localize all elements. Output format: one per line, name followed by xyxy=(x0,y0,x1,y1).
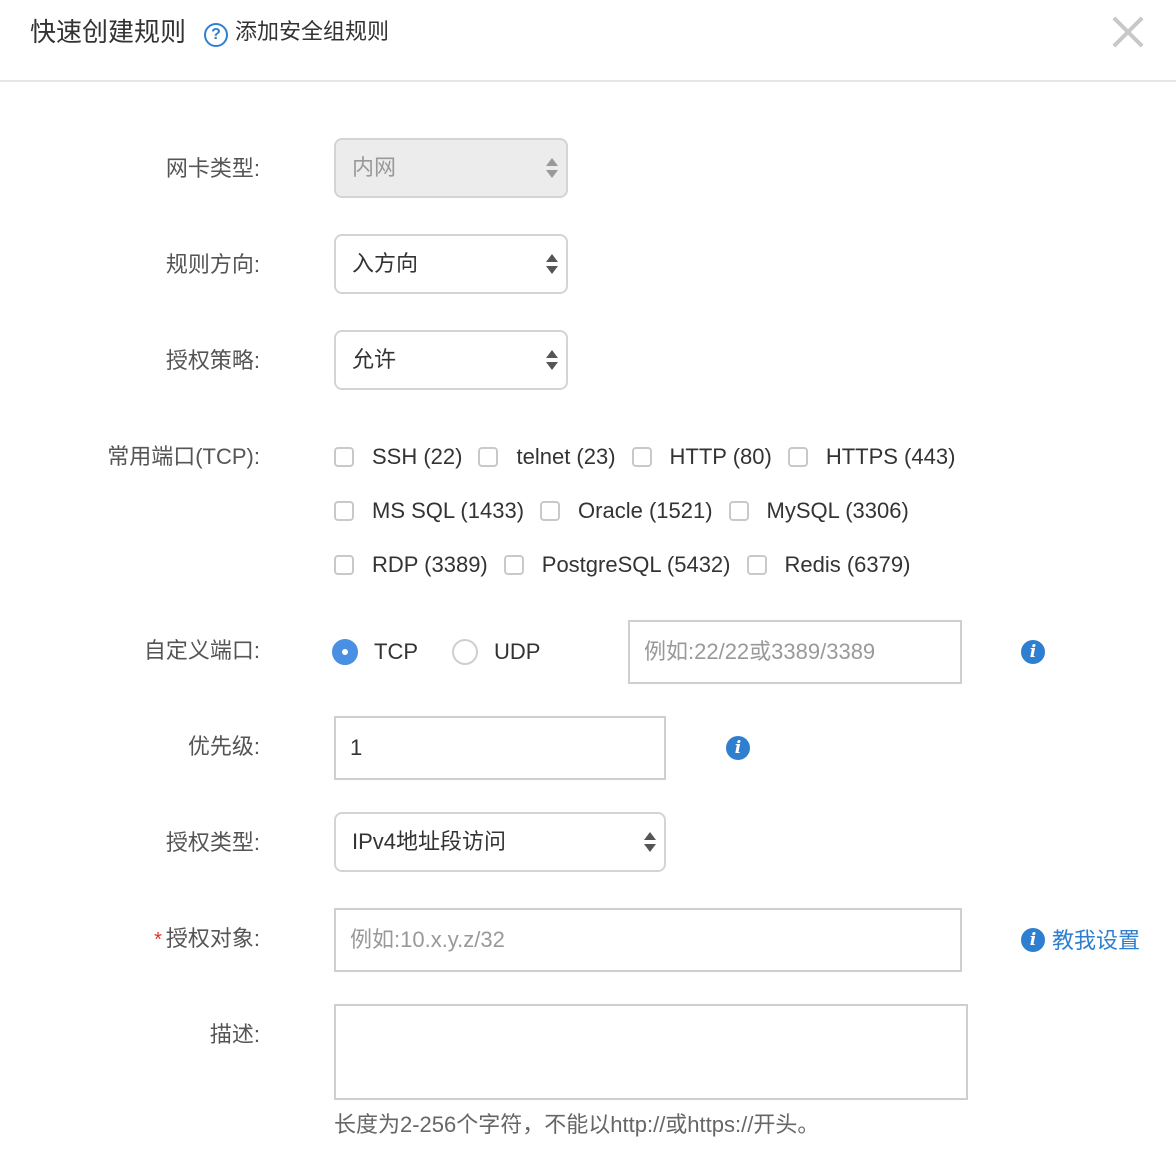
description-textarea[interactable] xyxy=(334,1004,968,1100)
checkbox-label: MS SQL (1433) xyxy=(372,498,525,523)
info-icon[interactable]: i xyxy=(1021,640,1045,664)
checkbox-box[interactable] xyxy=(334,501,354,521)
checkbox-box[interactable] xyxy=(540,501,561,521)
checkbox-label: RDP (3389) xyxy=(372,552,488,577)
common-ports-row-3: RDP (3389) PostgreSQL (5432) Redis (6379… xyxy=(334,550,926,580)
auth-object-input[interactable] xyxy=(334,908,962,972)
priority-input[interactable] xyxy=(334,716,666,780)
select-arrows-icon xyxy=(546,350,558,372)
checkbox-box[interactable] xyxy=(478,447,499,467)
direction-value: 入方向 xyxy=(352,251,419,276)
checkbox-redis[interactable]: Redis (6379) xyxy=(746,552,911,578)
policy-label: 授权策略: xyxy=(165,348,260,373)
checkbox-oracle[interactable]: Oracle (1521) xyxy=(540,498,713,524)
direction-label: 规则方向: xyxy=(165,252,260,277)
checkbox-ssh[interactable]: SSH (22) xyxy=(334,444,462,470)
custom-port-input[interactable] xyxy=(628,620,962,684)
checkbox-box[interactable] xyxy=(787,447,808,467)
checkbox-box[interactable] xyxy=(728,501,749,521)
checkbox-box[interactable] xyxy=(334,555,354,575)
teach-me-link[interactable]: 教我设置 xyxy=(1052,926,1140,956)
checkbox-label: Redis (6379) xyxy=(784,552,911,577)
radio-label: TCP xyxy=(374,639,418,664)
common-ports-row-1: SSH (22) telnet (23) HTTP (80) HTTPS (44… xyxy=(334,442,971,472)
checkbox-box[interactable] xyxy=(334,447,354,467)
common-ports-label: 常用端口(TCP): xyxy=(107,444,260,469)
checkbox-label: HTTPS (443) xyxy=(825,444,956,469)
direction-select[interactable]: 入方向 xyxy=(334,234,568,294)
radio-label: UDP xyxy=(494,639,541,664)
checkbox-rdp[interactable]: RDP (3389) xyxy=(334,552,488,578)
checkbox-telnet[interactable]: telnet (23) xyxy=(478,444,616,470)
nic-type-label: 网卡类型: xyxy=(165,156,260,181)
protocol-radio-group: TCP UDP xyxy=(332,637,574,667)
checkbox-label: PostgreSQL (5432) xyxy=(541,552,731,577)
required-mark: * xyxy=(154,929,162,951)
auth-type-select[interactable]: IPv4地址段访问 xyxy=(334,812,666,872)
dialog-title: 快速创建规则 xyxy=(30,17,187,47)
radio-circle[interactable] xyxy=(452,639,478,665)
description-label: 描述: xyxy=(209,1022,260,1047)
close-icon[interactable] xyxy=(1106,10,1150,54)
auth-type-value: IPv4地址段访问 xyxy=(352,829,507,854)
nic-type-value: 内网 xyxy=(352,155,397,180)
checkbox-label: Oracle (1521) xyxy=(578,498,713,523)
dialog-header: 快速创建规则 ? 添加安全组规则 xyxy=(0,0,1176,82)
info-icon: i xyxy=(1021,928,1045,952)
dialog-subtitle: 添加安全组规则 xyxy=(235,19,390,44)
select-arrows-icon xyxy=(546,254,558,276)
select-arrows-icon xyxy=(546,158,558,180)
description-hint: 长度为2-256个字符，不能以http://或https://开头。 xyxy=(334,1112,820,1137)
checkbox-box[interactable] xyxy=(631,447,652,467)
checkbox-box[interactable] xyxy=(746,555,767,575)
checkbox-mysql[interactable]: MySQL (3306) xyxy=(728,498,909,524)
checkbox-label: telnet (23) xyxy=(516,444,616,469)
nic-type-select: 内网 xyxy=(334,138,568,198)
radio-circle-checked[interactable] xyxy=(332,639,358,665)
checkbox-https[interactable]: HTTPS (443) xyxy=(787,444,956,470)
auth-object-label: * 授权对象: xyxy=(154,924,260,955)
auth-object-label-text: 授权对象: xyxy=(165,926,260,951)
info-icon[interactable]: i xyxy=(726,736,750,760)
checkbox-mssql[interactable]: MS SQL (1433) xyxy=(334,498,524,524)
checkbox-postgresql[interactable]: PostgreSQL (5432) xyxy=(503,552,731,578)
checkbox-http[interactable]: HTTP (80) xyxy=(631,444,772,470)
custom-port-label: 自定义端口: xyxy=(143,638,260,663)
question-circle-icon[interactable]: ? xyxy=(204,23,228,47)
policy-value: 允许 xyxy=(352,347,397,372)
checkbox-label: MySQL (3306) xyxy=(766,498,909,523)
priority-label: 优先级: xyxy=(187,734,260,759)
radio-tcp[interactable]: TCP xyxy=(332,639,418,665)
checkbox-label: SSH (22) xyxy=(372,444,463,469)
policy-select[interactable]: 允许 xyxy=(334,330,568,390)
checkbox-box[interactable] xyxy=(503,555,524,575)
select-arrows-icon xyxy=(644,832,656,854)
auth-type-label: 授权类型: xyxy=(165,830,260,855)
checkbox-label: HTTP (80) xyxy=(669,444,772,469)
common-ports-row-2: MS SQL (1433) Oracle (1521) MySQL (3306) xyxy=(334,496,925,526)
radio-udp[interactable]: UDP xyxy=(452,639,540,665)
